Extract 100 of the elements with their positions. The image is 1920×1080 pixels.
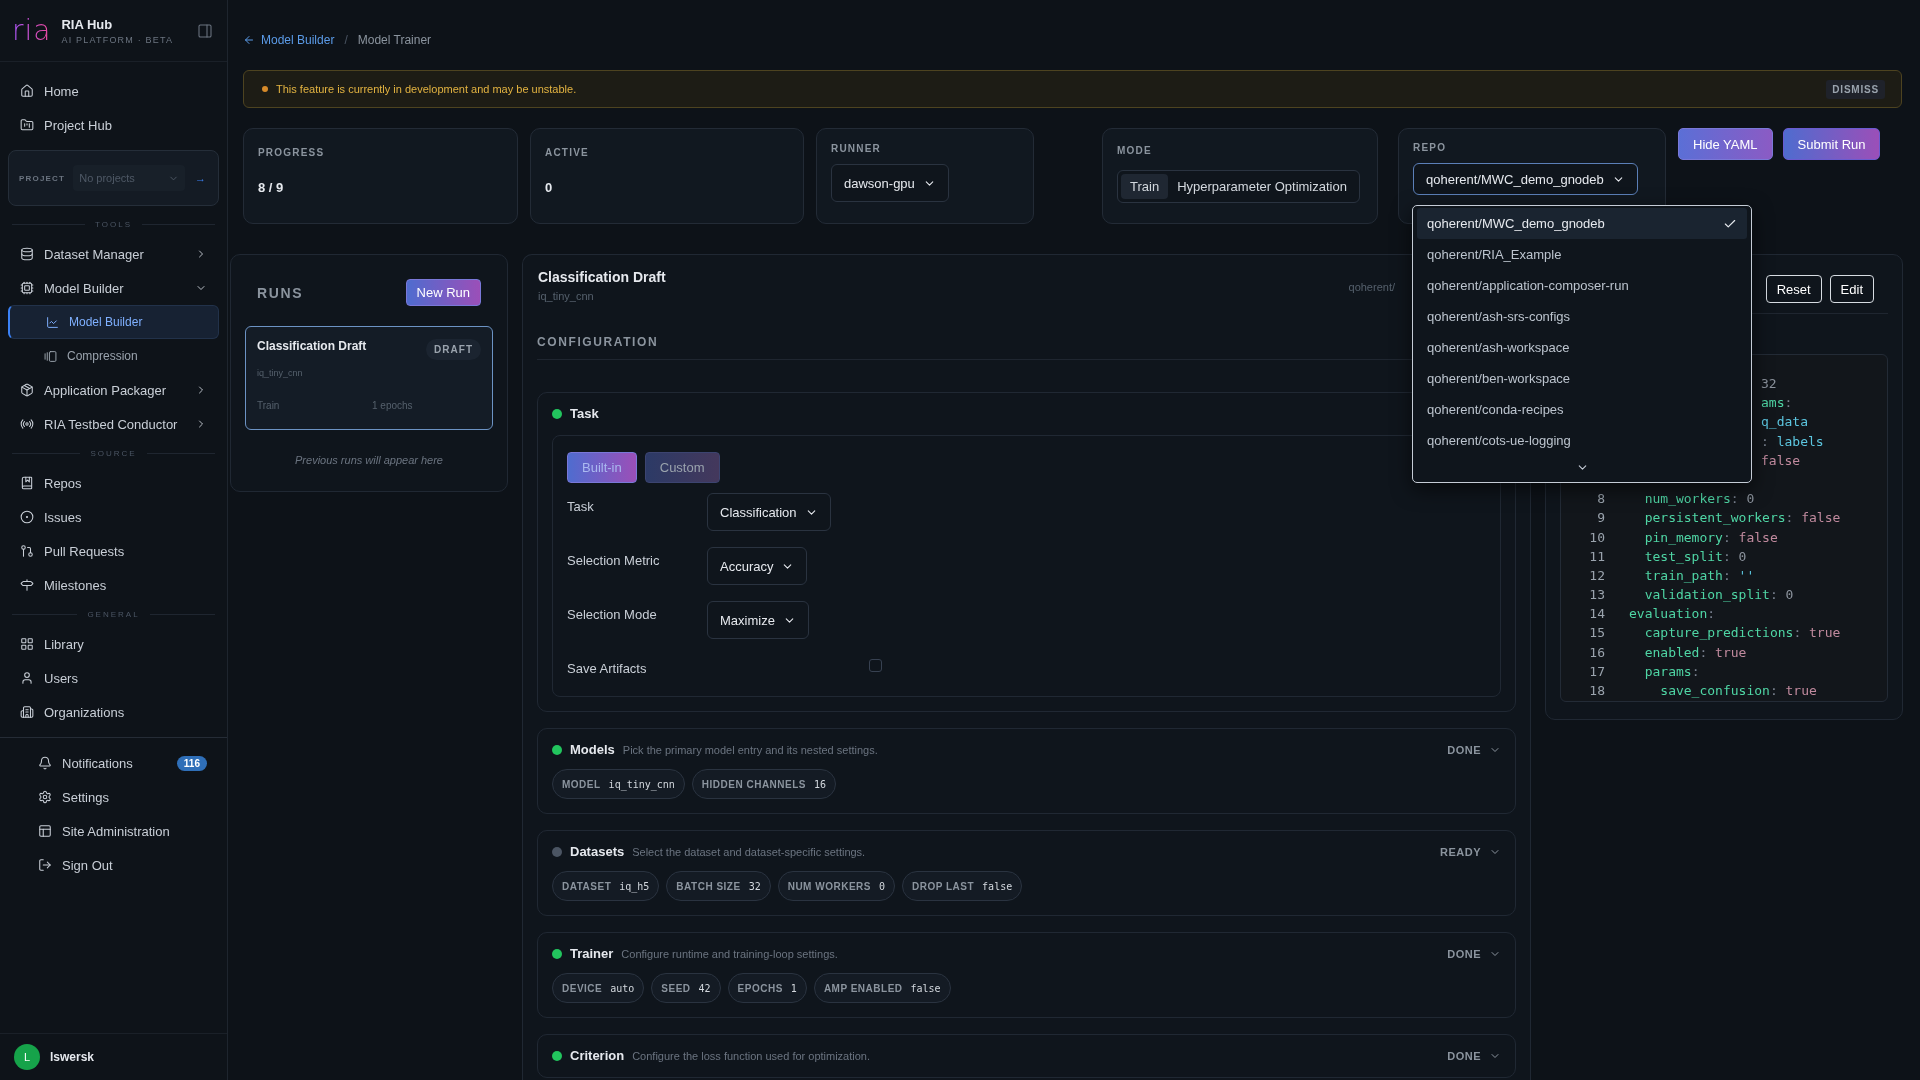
sidebar-item[interactable]: Model Builder <box>8 305 219 339</box>
repo-option[interactable]: qoherent/RIA_Example <box>1417 239 1747 270</box>
sidebar-item[interactable]: Project Hub <box>8 108 219 142</box>
run-card[interactable]: Classification Draft DRAFT iq_tiny_cnn Train 1 epochs <box>245 326 493 430</box>
sidebar-item[interactable]: Home <box>8 74 219 108</box>
submit-run-button[interactable]: Submit Run <box>1782 128 1881 160</box>
reset-button[interactable]: Reset <box>1765 275 1822 303</box>
sidebar-item[interactable]: Users <box>8 661 219 695</box>
mode-option[interactable]: Hyperparameter Optimization <box>1168 174 1356 199</box>
code-line: : labels <box>1761 432 1824 451</box>
user-name: lswersk <box>50 1050 95 1064</box>
repo-option[interactable]: qoherent/conda-recipes <box>1417 394 1747 425</box>
breadcrumb-link[interactable]: Model Builder <box>243 33 335 47</box>
repo-option[interactable]: qoherent/ben-workspace <box>1417 363 1747 394</box>
nav-icon <box>38 756 52 770</box>
repo-select[interactable]: qoherent/MWC_demo_gnodeb <box>1413 163 1638 195</box>
sidebar-item[interactable]: Pull Requests <box>8 534 219 568</box>
line-number: 14 <box>1588 605 1605 624</box>
section-description: Configure runtime and training-loop settings. <box>621 947 839 960</box>
nav-icon <box>38 858 52 872</box>
sidebar-item[interactable]: Issues <box>8 500 219 534</box>
select-field[interactable]: Maximize <box>707 601 809 639</box>
nav-icon <box>20 281 34 295</box>
setting-chip: HIDDEN CHANNELS 16 <box>691 769 837 799</box>
code-line: num_workers: 0 <box>1643 490 1755 509</box>
sidebar-item[interactable]: Application Packager <box>8 373 219 407</box>
nav-icon <box>38 824 52 838</box>
line-number: 16 <box>1588 643 1605 662</box>
section-heading: GENERAL <box>12 610 215 619</box>
sidebar-item[interactable]: Dataset Manager <box>8 237 219 271</box>
line-number: 9 <box>1596 509 1605 528</box>
edit-button[interactable]: Edit <box>1829 275 1874 303</box>
sidebar-item[interactable]: Model Builder <box>8 271 219 305</box>
stat-value: 8 / 9 <box>258 180 285 195</box>
section-status[interactable]: DONE <box>1447 743 1501 756</box>
sidebar-item[interactable]: Organizations <box>8 695 219 729</box>
new-run-button[interactable]: New Run <box>405 279 481 306</box>
nav-icon <box>20 510 34 524</box>
sidebar-item[interactable]: Library <box>8 627 219 661</box>
sidebar-item[interactable]: Milestones <box>8 568 219 602</box>
sidebar-item[interactable]: Sign Out <box>26 848 219 882</box>
setting-chip: NUM WORKERS 0 <box>777 871 895 901</box>
go-button[interactable]: → <box>193 172 208 184</box>
sidebar-item[interactable]: Notifications 116 <box>26 746 219 780</box>
nav-icon <box>46 315 59 329</box>
runner-label: RUNNER <box>831 143 882 154</box>
stat-value: 0 <box>545 180 554 195</box>
select-field[interactable]: Accuracy <box>707 547 808 585</box>
line-number: 18 <box>1588 682 1605 700</box>
repo-option[interactable]: qoherent/application-composer-run <box>1417 270 1747 301</box>
section-title: Criterion <box>570 1048 625 1063</box>
brand-subtitle: AI PLATFORM · BETA <box>61 34 175 45</box>
nav-icon <box>20 383 34 397</box>
setting-chip: AMP ENABLED false <box>813 973 951 1003</box>
field-label: Save Artifacts <box>567 660 648 676</box>
brand-title: RIA Hub <box>61 16 114 32</box>
panel-title: RUNS <box>257 284 304 301</box>
line-number: 12 <box>1588 566 1605 585</box>
repo-option[interactable]: qoherent/ash-workspace <box>1417 332 1747 363</box>
collapse-sidebar-icon[interactable] <box>197 22 213 39</box>
back-arrow-icon <box>243 34 255 46</box>
select-field[interactable]: Classification <box>707 493 831 531</box>
repo-option[interactable]: qoherent/MWC_demo_gnodeb <box>1417 208 1747 239</box>
nav-icon <box>20 84 34 98</box>
toggle-yaml-button[interactable]: Hide YAML <box>1678 128 1773 160</box>
section-heading: SOURCE <box>12 449 215 458</box>
run-title: Classification Draft <box>538 269 667 285</box>
sidebar-item[interactable]: Compression <box>8 339 219 373</box>
code-line: pin_memory: false <box>1643 528 1778 547</box>
section-title: Task <box>570 406 599 421</box>
breadcrumb-current: Model Trainer <box>357 33 432 47</box>
sidebar-item[interactable]: Repos <box>8 466 219 500</box>
repo-option[interactable]: qoherent/cots-ue-logging <box>1417 425 1747 456</box>
checkbox[interactable] <box>869 659 882 672</box>
mode-label: MODE <box>1117 145 1153 156</box>
runner-select[interactable]: dawson-gpu <box>831 164 949 202</box>
nav-icon <box>20 578 34 592</box>
run-mode: Train <box>257 400 281 413</box>
line-number: 10 <box>1588 528 1605 547</box>
mode-option[interactable]: Train <box>1121 174 1169 199</box>
repo-label: REPO <box>1413 142 1448 153</box>
source-tab[interactable]: Custom <box>644 452 720 483</box>
section-status[interactable]: DONE <box>1447 947 1501 960</box>
stat-label: PROGRESS <box>258 147 326 158</box>
project-label: PROJECT <box>19 173 66 183</box>
field-label: Selection Mode <box>567 606 658 622</box>
setting-chip: EPOCHS 1 <box>727 973 807 1003</box>
nav-icon <box>38 790 52 804</box>
section-status[interactable]: READY <box>1440 845 1501 858</box>
dismiss-button[interactable]: DISMISS <box>1826 79 1885 99</box>
sidebar-item[interactable]: Settings <box>26 780 219 814</box>
nav-icon <box>20 671 34 685</box>
section-heading: TOOLS <box>12 220 215 229</box>
section-title: Trainer <box>570 946 614 961</box>
sidebar-item[interactable]: RIA Testbed Conductor <box>8 407 219 441</box>
sidebar-item[interactable]: Site Administration <box>26 814 219 848</box>
repo-option[interactable]: qoherent/ash-srs-configs <box>1417 301 1747 332</box>
section-status[interactable]: DONE <box>1447 1049 1501 1062</box>
line-number: 15 <box>1588 624 1605 643</box>
setting-chip: MODEL iq_tiny_cnn <box>552 769 685 799</box>
